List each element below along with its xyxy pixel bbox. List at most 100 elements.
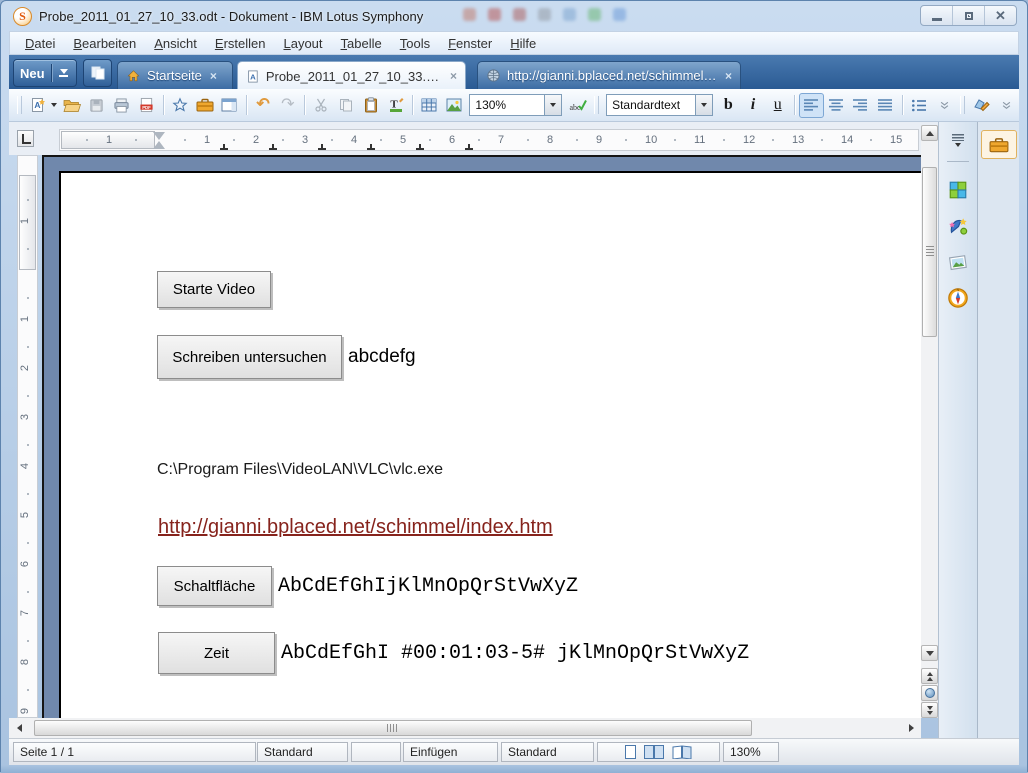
print-button[interactable] xyxy=(109,93,134,118)
italic-button[interactable]: i xyxy=(741,93,766,118)
favorites-button[interactable] xyxy=(168,93,193,118)
spellcheck-button[interactable]: abc xyxy=(565,93,590,118)
tab-close-icon[interactable]: × xyxy=(210,70,217,82)
sidebar-item-clipart[interactable] xyxy=(946,214,970,238)
bullet-list-button[interactable] xyxy=(907,93,932,118)
thumbnails-button[interactable] xyxy=(83,59,112,87)
tab-close-icon[interactable]: × xyxy=(725,70,732,82)
restore-button[interactable] xyxy=(952,6,984,25)
menu-ansicht[interactable]: Ansicht xyxy=(145,33,206,54)
new-file-dropdown-icon[interactable] xyxy=(51,103,57,107)
undo-button[interactable]: ↶ xyxy=(251,93,276,118)
horizontal-scrollbar[interactable] xyxy=(9,718,921,738)
sidebar-options-button[interactable] xyxy=(952,134,964,147)
menu-fenster[interactable]: Fenster xyxy=(439,33,501,54)
menu-erstellen[interactable]: Erstellen xyxy=(206,33,275,54)
status-empty-cell[interactable] xyxy=(351,742,401,762)
schreiben-untersuchen-button[interactable]: Schreiben untersuchen xyxy=(157,335,342,379)
arrow-down-icon xyxy=(926,651,934,656)
home-icon xyxy=(126,69,141,83)
ruler-tick xyxy=(27,493,29,495)
horizontal-scroll-thumb[interactable] xyxy=(34,720,752,736)
pages-icon xyxy=(90,65,106,81)
new-document-button[interactable]: Neu xyxy=(13,59,77,87)
format-brush-button[interactable]: T xyxy=(383,93,408,118)
zoom-combobox[interactable]: 130% xyxy=(469,94,562,116)
ruler-tick xyxy=(380,139,382,141)
next-page-button[interactable] xyxy=(921,702,938,718)
status-format-cell[interactable]: Standard xyxy=(501,742,594,762)
style-dropdown-icon[interactable] xyxy=(695,95,712,115)
print-icon xyxy=(113,98,130,113)
tab-browser[interactable]: http://gianni.bplaced.net/schimmel/... × xyxy=(477,61,741,89)
zoom-dropdown-icon[interactable] xyxy=(544,95,561,115)
scroll-right-button[interactable] xyxy=(903,720,919,736)
italic-icon: i xyxy=(751,97,755,113)
document-page[interactable]: Starte Video Schreiben untersuchen abcde… xyxy=(59,171,921,718)
menu-tabelle[interactable]: Tabelle xyxy=(332,33,391,54)
export-pdf-button[interactable]: PDF xyxy=(134,93,159,118)
schaltflaeche-button[interactable]: Schaltfläche xyxy=(157,566,272,606)
scroll-down-button[interactable] xyxy=(921,645,938,661)
draw-more-button[interactable] xyxy=(994,93,1019,118)
h-ruler[interactable]: 1234567891011121314151 xyxy=(59,129,919,151)
open-button[interactable] xyxy=(60,93,85,118)
panel-toolbox-button[interactable] xyxy=(981,130,1017,159)
ruler-tick xyxy=(27,395,29,397)
status-insert-mode-cell[interactable]: Einfügen xyxy=(403,742,498,762)
v-ruler-number: 2 xyxy=(19,365,31,371)
options-dropdown-icon xyxy=(955,143,961,147)
draw-tools-button[interactable] xyxy=(969,93,994,118)
doc-hyperlink[interactable]: http://gianni.bplaced.net/schimmel/index… xyxy=(158,516,553,539)
close-button[interactable]: ✕ xyxy=(984,6,1016,25)
tab-close-icon[interactable]: × xyxy=(450,70,457,82)
tab-document-active[interactable]: A Probe_2011_01_27_10_33.odt × xyxy=(237,61,466,89)
align-right-button[interactable] xyxy=(849,93,874,118)
align-left-button[interactable] xyxy=(799,93,824,118)
align-center-button[interactable] xyxy=(824,93,849,118)
menu-layout[interactable]: Layout xyxy=(274,33,331,54)
v-ruler[interactable]: 1234567891 xyxy=(17,155,38,718)
navigation-button[interactable] xyxy=(921,685,938,701)
previous-page-button[interactable] xyxy=(921,668,938,684)
insert-image-button[interactable] xyxy=(442,93,467,118)
bold-button[interactable]: b xyxy=(716,93,741,118)
h-ruler-number: 7 xyxy=(498,134,504,146)
panel-layout-button[interactable] xyxy=(217,93,242,118)
more-options-button[interactable] xyxy=(932,93,957,118)
menu-bearbeiten[interactable]: Bearbeiten xyxy=(64,33,145,54)
ruler-tick xyxy=(625,139,627,141)
underline-button[interactable]: u xyxy=(765,93,790,118)
tab-type-selector[interactable] xyxy=(17,130,34,147)
menu-datei[interactable]: Datei xyxy=(16,33,64,54)
scroll-up-button[interactable] xyxy=(921,125,938,141)
menu-tools[interactable]: Tools xyxy=(391,33,439,54)
minimize-icon xyxy=(932,18,942,21)
status-page-cell[interactable]: Seite 1 / 1 xyxy=(13,742,256,762)
sidebar-item-browser[interactable]: N xyxy=(946,286,970,310)
toolbox-button[interactable] xyxy=(192,93,217,118)
scroll-left-button[interactable] xyxy=(11,720,27,736)
minimize-button[interactable] xyxy=(921,6,952,25)
paragraph-style-combobox[interactable]: Standardtext xyxy=(606,94,713,116)
new-file-button[interactable]: A xyxy=(26,93,51,118)
toolbar-grip[interactable] xyxy=(17,96,22,114)
vertical-scroll-thumb[interactable] xyxy=(922,167,937,337)
zeit-button[interactable]: Zeit xyxy=(158,632,275,674)
paste-button[interactable] xyxy=(359,93,384,118)
status-style-cell[interactable]: Standard xyxy=(257,742,348,762)
align-justify-button[interactable] xyxy=(873,93,898,118)
sidebar-item-pictures[interactable] xyxy=(946,250,970,274)
app-window: S Probe_2011_01_27_10_33.odt - Dokument … xyxy=(0,0,1028,772)
status-zoom-cell[interactable]: 130% xyxy=(723,742,779,762)
new-dropdown-icon[interactable] xyxy=(52,69,76,77)
status-view-layout-cell[interactable] xyxy=(597,742,720,762)
sidebar-item-widgets[interactable] xyxy=(946,178,970,202)
tab-startseite[interactable]: Startseite × xyxy=(117,61,233,89)
ruler-tick xyxy=(674,139,676,141)
align-justify-icon xyxy=(878,99,893,111)
insert-table-button[interactable] xyxy=(417,93,442,118)
vertical-scrollbar[interactable] xyxy=(921,125,938,718)
starte-video-button[interactable]: Starte Video xyxy=(157,271,271,308)
menu-hilfe[interactable]: Hilfe xyxy=(501,33,545,54)
